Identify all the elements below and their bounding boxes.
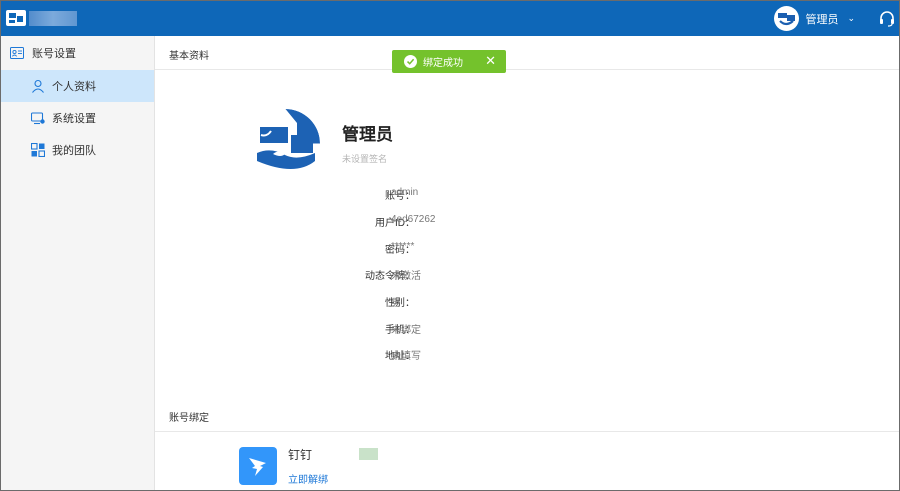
unbind-dingtalk-link[interactable]: 立即解绑 xyxy=(288,471,328,486)
info-value: 未绑定 xyxy=(391,325,421,336)
monitor-settings-icon xyxy=(31,111,45,125)
info-row-gender: 性别： 男 xyxy=(295,294,715,309)
info-value: 男 xyxy=(391,298,401,309)
profile-signature[interactable]: 未设置签名 xyxy=(342,152,387,165)
profile-avatar[interactable] xyxy=(251,109,320,178)
info-value: 未填写 xyxy=(391,351,421,362)
sidebar-item-label: 系统设置 xyxy=(52,113,96,125)
app-title-redacted xyxy=(29,11,77,26)
check-circle-icon xyxy=(404,55,417,68)
sidebar-section-account-settings: 账号设置 xyxy=(1,36,154,70)
app-logo-icon[interactable] xyxy=(5,7,27,29)
app-window: 管理员 ⌄ 账号设置 个人资料 系统设置 我的团队 基本资料 管理员 未设置签名… xyxy=(0,0,900,491)
avatar xyxy=(774,6,800,31)
id-card-icon xyxy=(10,47,24,59)
section-title-basic-info: 基本资料 xyxy=(169,51,209,62)
sidebar-section-label: 账号设置 xyxy=(32,48,76,60)
sidebar-item-system-settings[interactable]: 系统设置 xyxy=(1,102,154,134)
sidebar-item-profile[interactable]: 个人资料 xyxy=(1,70,154,102)
info-row-address: 地址： 未填写 xyxy=(295,347,715,362)
info-row-token: 动态令牌： 未激活 xyxy=(295,267,715,282)
info-value: ****** xyxy=(391,241,415,252)
info-row-user-id: 用户ID： 4ed67262 xyxy=(295,214,715,229)
chevron-down-icon: ⌄ xyxy=(847,13,855,23)
section-title-account-binding: 账号绑定 xyxy=(169,413,209,424)
info-row-phone: 手机： 未绑定 xyxy=(295,321,715,336)
divider xyxy=(155,431,899,432)
sidebar-item-label: 个人资料 xyxy=(52,81,96,93)
user-menu[interactable]: 管理员 ⌄ xyxy=(774,5,855,32)
info-value: 4ed67262 xyxy=(391,214,436,225)
info-row-password: 密码： ****** xyxy=(295,241,715,256)
dingtalk-name: 钉钉 xyxy=(288,448,313,462)
toast-message: 绑定成功 xyxy=(423,58,463,69)
sidebar: 账号设置 个人资料 系统设置 我的团队 xyxy=(1,36,155,490)
dingtalk-icon xyxy=(239,447,277,485)
profile-name: 管理员 xyxy=(342,125,393,144)
top-bar: 管理员 ⌄ xyxy=(1,1,899,36)
divider xyxy=(155,69,899,70)
avatar-image-icon xyxy=(251,109,320,178)
sidebar-item-label: 我的团队 xyxy=(52,145,96,157)
close-icon[interactable]: ✕ xyxy=(485,53,496,69)
info-value: admin xyxy=(391,187,419,198)
sidebar-item-my-team[interactable]: 我的团队 xyxy=(1,134,154,166)
headset-icon[interactable] xyxy=(878,10,896,28)
main-content: 基本资料 管理员 未设置签名 账号： admin 用户ID： 4ed67262 … xyxy=(155,36,899,490)
success-toast: 绑定成功 ✕ xyxy=(392,50,506,73)
team-grid-icon xyxy=(31,143,45,157)
binding-redacted-tag xyxy=(359,448,378,460)
user-icon xyxy=(31,79,45,93)
avatar-image-icon xyxy=(774,6,799,31)
user-name: 管理员 xyxy=(805,13,839,26)
info-value: 未激活 xyxy=(391,271,421,282)
info-row-account: 账号： admin xyxy=(295,187,715,202)
